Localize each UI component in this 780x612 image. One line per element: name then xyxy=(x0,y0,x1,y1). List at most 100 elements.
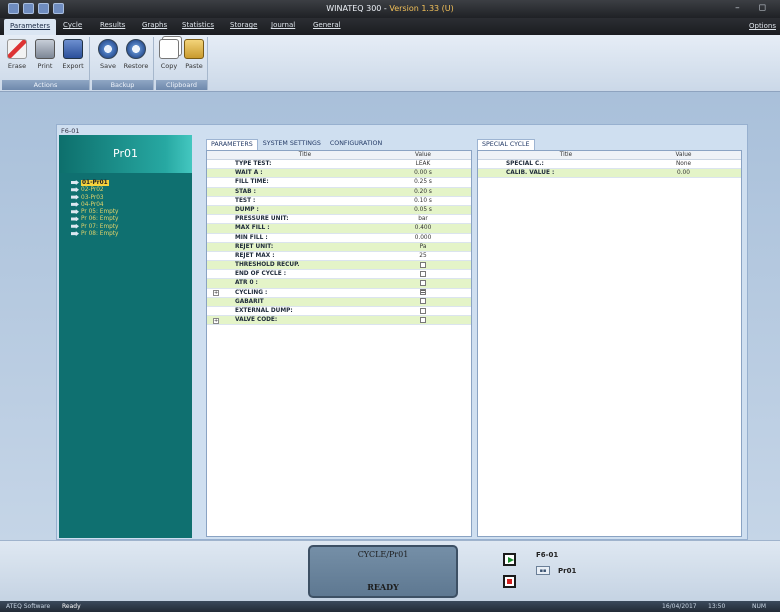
program-selector-icon[interactable]: ▪▪ xyxy=(536,566,550,575)
cell-value[interactable]: 0.000 xyxy=(375,234,471,242)
tab-parameters[interactable]: Parameters xyxy=(4,19,57,35)
cell-value[interactable] xyxy=(375,298,471,306)
tab-results[interactable]: Results xyxy=(100,21,125,29)
row-gutter xyxy=(207,234,235,242)
tree-item[interactable]: Pr 08: Empty xyxy=(71,231,192,238)
cell-value[interactable]: 0.05 s xyxy=(375,206,471,214)
table-row[interactable]: MIN FILL : 0.000 xyxy=(207,234,471,243)
row-gutter xyxy=(207,270,235,278)
tab-journal[interactable]: Journal xyxy=(271,21,295,29)
row-gutter xyxy=(207,169,235,177)
tree-item[interactable]: Pr 06: Empty xyxy=(71,216,192,223)
tab-general[interactable]: General xyxy=(313,21,341,29)
row-gutter xyxy=(207,215,235,223)
restore-button[interactable]: Restore xyxy=(123,39,149,70)
row-gutter xyxy=(207,178,235,186)
cell-value[interactable]: Pa xyxy=(375,243,471,251)
tab-statistics[interactable]: Statistics xyxy=(182,21,214,29)
table-row[interactable]: REJET UNIT: Pa xyxy=(207,242,471,252)
restore-icon xyxy=(126,39,146,59)
parameters-grid-header: Title Value xyxy=(207,151,471,160)
group-clipboard: Copy Paste Clipboard xyxy=(156,37,208,90)
table-row[interactable]: STAB : 0.20 s xyxy=(207,187,471,197)
tab-special-cycle[interactable]: SPECIAL CYCLE xyxy=(477,139,535,150)
copy-button[interactable]: Copy xyxy=(156,39,182,70)
station-panel: F6-01 Pr01 01-Pr01 02-Pr02 03-Pr03 04-Pr04 P… xyxy=(56,124,748,540)
cell-value[interactable]: 0.00 xyxy=(626,169,741,177)
table-row[interactable]: ATR 0 : xyxy=(207,279,471,289)
table-row[interactable]: PRESSURE UNIT: bar xyxy=(207,215,471,225)
checkbox[interactable] xyxy=(420,298,426,305)
special-grid-header: Title Value xyxy=(478,151,741,160)
export-button[interactable]: Export xyxy=(60,39,86,70)
tab-graphs[interactable]: Graphs xyxy=(142,21,167,29)
print-button[interactable]: Print xyxy=(32,39,58,70)
start-cycle-button[interactable] xyxy=(503,553,516,566)
cell-value[interactable] xyxy=(375,316,471,324)
tree-item[interactable]: Pr 05: Empty xyxy=(71,209,192,216)
checkbox[interactable] xyxy=(420,316,426,323)
tab-storage[interactable]: Storage xyxy=(230,21,257,29)
row-gutter xyxy=(207,279,235,287)
cell-value[interactable] xyxy=(375,270,471,278)
cell-value[interactable]: 0.400 xyxy=(375,224,471,232)
checkbox[interactable] xyxy=(420,289,426,296)
row-gutter xyxy=(207,243,235,251)
table-row[interactable]: EXTERNAL DUMP: xyxy=(207,307,471,317)
cell-value[interactable] xyxy=(375,279,471,287)
table-row[interactable]: DUMP : 0.05 s xyxy=(207,205,471,216)
table-row[interactable]: TYPE TEST: LEAK xyxy=(207,160,471,170)
cell-value[interactable]: 0.10 s xyxy=(375,197,471,205)
tree-item[interactable]: 03-Pr03 xyxy=(71,194,192,202)
save-button[interactable]: Save xyxy=(95,39,121,70)
expand-icon[interactable]: + xyxy=(213,290,219,297)
checkbox[interactable] xyxy=(420,279,426,286)
title-bar: WINATEQ 300 - Version 1.33 (U) – ◻ xyxy=(0,0,780,18)
checkbox[interactable] xyxy=(420,307,426,314)
cell-value[interactable]: 0.20 s xyxy=(375,188,471,196)
erase-button[interactable]: Erase xyxy=(4,39,30,70)
group-label-actions: Actions xyxy=(2,80,89,90)
cell-value[interactable] xyxy=(375,307,471,315)
table-row[interactable]: GABARIT xyxy=(207,297,471,307)
cell-value[interactable]: 25 xyxy=(375,252,471,260)
parameter-tabs: PARAMETERS SYSTEM SETTINGS CONFIGURATION xyxy=(206,139,387,150)
cell-value[interactable]: bar xyxy=(375,215,471,223)
checkbox[interactable] xyxy=(420,270,426,277)
cell-value[interactable]: 0.00 s xyxy=(375,169,471,177)
table-row[interactable]: + VALVE CODE: xyxy=(207,316,471,326)
paste-icon xyxy=(184,39,204,59)
table-row[interactable]: FILL TIME: 0.25 s xyxy=(207,178,471,188)
erase-icon xyxy=(7,39,27,59)
options-menu[interactable]: Options xyxy=(749,22,776,30)
tab-configuration[interactable]: CONFIGURATION xyxy=(326,139,386,150)
table-row[interactable]: REJET MAX : 25 xyxy=(207,252,471,262)
tree-item[interactable]: Pr 07: Empty xyxy=(71,223,192,231)
table-row[interactable]: CALIB. VALUE : 0.00 xyxy=(478,169,741,179)
cell-value[interactable]: LEAK xyxy=(375,160,471,168)
checkbox[interactable] xyxy=(420,261,426,268)
cell-value[interactable]: 0.25 s xyxy=(375,178,471,186)
expand-icon[interactable]: + xyxy=(213,317,219,324)
tab-system-settings[interactable]: SYSTEM SETTINGS xyxy=(259,139,325,150)
tree-item[interactable]: 04-Pr04 xyxy=(71,201,192,209)
display-line-2: READY xyxy=(367,582,399,592)
tab-parameters-grid[interactable]: PARAMETERS xyxy=(206,139,258,150)
cell-value[interactable] xyxy=(375,261,471,269)
table-row[interactable]: WAIT A : 0.00 s xyxy=(207,169,471,179)
cell-value[interactable] xyxy=(375,289,471,297)
tree-item[interactable]: 02-Pr02 xyxy=(71,187,192,194)
tab-cycle[interactable]: Cycle xyxy=(63,21,82,29)
table-row[interactable]: + CYCLING : xyxy=(207,289,471,298)
panel-title: F6-01 xyxy=(61,127,80,135)
table-row[interactable]: TEST : 0.10 s xyxy=(207,197,471,206)
cell-value[interactable]: None xyxy=(626,160,741,168)
table-row[interactable]: THRESHOLD RECUP. xyxy=(207,261,471,271)
window-controls[interactable]: – ◻ xyxy=(735,3,774,13)
paste-button[interactable]: Paste xyxy=(181,39,207,70)
tree-item[interactable]: 01-Pr01 xyxy=(71,180,192,187)
table-row[interactable]: MAX FILL : 0.400 xyxy=(207,224,471,234)
table-row[interactable]: SPECIAL C.: None xyxy=(478,160,741,170)
stop-cycle-button[interactable] xyxy=(503,575,516,588)
table-row[interactable]: END OF CYCLE : xyxy=(207,270,471,280)
